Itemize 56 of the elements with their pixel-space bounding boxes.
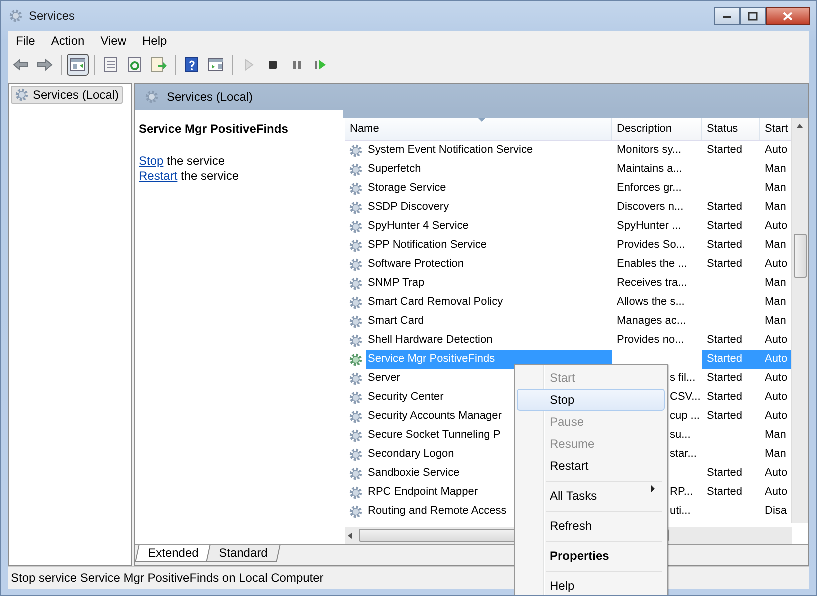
table-cell: Disa [765,505,788,517]
table-cell: Started [707,144,742,156]
table-cell: RP... [670,486,694,498]
table-cell: SpyHunter ... [617,220,682,232]
table-cell: Started [707,353,742,365]
table-cell: Man [765,201,786,213]
table-cell: Auto [765,391,788,403]
table-cell: su... [670,429,691,441]
table-cell: Manages ac... [617,315,686,327]
table-cell: Man [765,277,786,289]
table-cell: Man [765,448,786,460]
table-cell: s fil... [670,372,696,384]
table-cell: cup ... [670,410,700,422]
table-cell: Monitors sy... [617,144,682,156]
table-cell: Provides no... [617,334,684,346]
action-text: Restart the service [139,169,240,184]
table-cell: Man [765,239,786,251]
table-cell: Maintains a... [617,163,682,175]
table-cell: Started [707,334,742,346]
table-cell: Started [707,201,742,213]
table-cell: Auto [765,220,788,232]
table-cell: Man [765,429,786,441]
table-cell: Man [765,163,786,175]
table-cell: Provides So... [617,239,686,251]
pane-title: Services (Local) [167,90,254,104]
window-title: Services [29,9,76,23]
table-cell: uti... [670,505,691,517]
table-cell: Auto [765,334,788,346]
table-cell: star... [670,448,697,460]
status-text: Stop service Service Mgr PositiveFinds on Local Computer [11,571,324,585]
table-cell: Man [765,182,786,194]
table-cell: Started [707,410,742,422]
table-cell: Started [707,486,742,498]
table-cell: Auto [765,144,788,156]
table-cell: Auto [765,258,788,270]
table-cell: Enforces gr... [617,182,682,194]
table-cell: Started [707,467,742,479]
table-cell: Allows the s... [617,296,685,308]
table-cell: Auto [765,410,788,422]
table-cell: Man [765,315,786,327]
table-cell: Receives tra... [617,277,688,289]
table-cell: CSV... [670,391,701,403]
table-cell: Discovers n... [617,201,684,213]
table-cell: Started [707,391,742,403]
table-cell: Started [707,239,742,251]
action-text: Stop the service [139,154,226,169]
table-cell: Auto [765,372,788,384]
table-cell: Auto [765,353,788,365]
table-cell: Enables the ... [617,258,688,270]
service-title: Service Mgr PositiveFinds [139,122,290,136]
table-cell: Auto [765,467,788,479]
table-cell: Started [707,220,742,232]
table-cell: Started [707,258,742,270]
table-cell: Man [765,296,786,308]
table-cell: Auto [765,486,788,498]
table-cell: Started [707,372,742,384]
